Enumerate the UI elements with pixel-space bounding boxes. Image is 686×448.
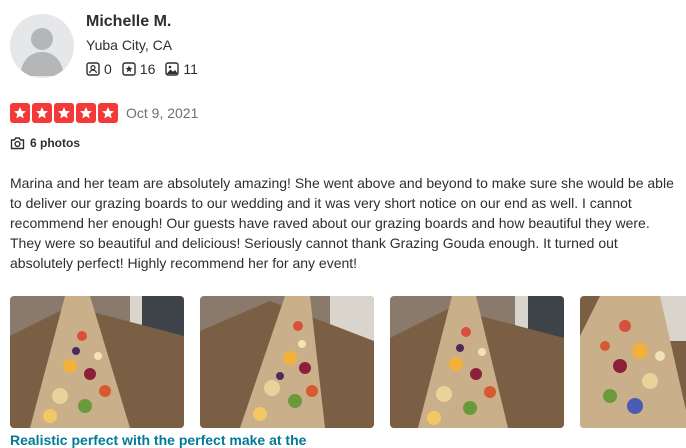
reviewer-stats: 0 16 11 — [86, 61, 208, 77]
star-rating — [10, 103, 120, 123]
rating-star — [98, 103, 118, 123]
review-date: Oct 9, 2021 — [126, 105, 199, 121]
photos-link[interactable]: 6 photos — [10, 136, 80, 150]
reviewer-name[interactable]: Michelle M. — [86, 13, 171, 31]
star-icon — [36, 107, 48, 119]
review-photo-4[interactable] — [580, 296, 686, 428]
photo-image — [580, 296, 686, 428]
rating-star — [10, 103, 30, 123]
star-icon — [102, 107, 114, 119]
reviews-count: 16 — [139, 61, 156, 77]
bottom-partial-link[interactable]: Realistic perfect with the perfect make … — [10, 432, 306, 448]
avatar[interactable] — [10, 14, 74, 78]
photos-count-stat: 11 — [183, 61, 198, 77]
photo-image — [10, 296, 184, 428]
photos-stat: 11 — [165, 61, 198, 77]
photos-label: 6 photos — [30, 136, 80, 150]
review-star-icon — [122, 62, 136, 76]
review-photo-2[interactable] — [200, 296, 374, 428]
star-icon — [80, 107, 92, 119]
review-text: Marina and her team are absolutely amazi… — [10, 175, 674, 271]
reviewer-location: Yuba City, CA — [86, 37, 173, 53]
photo-icon — [165, 62, 180, 76]
photo-image — [390, 296, 564, 428]
reviews-stat: 16 — [122, 61, 156, 77]
rating-star — [54, 103, 74, 123]
review-photo-1[interactable] — [10, 296, 184, 428]
friends-stat: 0 — [86, 61, 112, 77]
rating-star — [32, 103, 52, 123]
friends-count: 0 — [104, 61, 112, 77]
camera-icon — [10, 137, 25, 150]
photo-image — [200, 296, 374, 428]
star-icon — [58, 107, 70, 119]
rating-star — [76, 103, 96, 123]
star-icon — [14, 107, 26, 119]
review-photo-3[interactable] — [390, 296, 564, 428]
avatar-placeholder-icon — [10, 14, 74, 78]
friends-icon — [86, 62, 100, 76]
photo-strip — [10, 296, 686, 428]
